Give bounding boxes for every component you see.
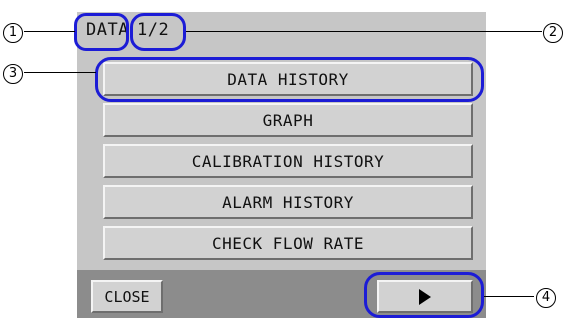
callout-outline-next <box>364 272 484 318</box>
callout-number-2: 2 <box>543 21 563 43</box>
graph-button[interactable]: GRAPH <box>103 103 473 137</box>
callout-outline-title <box>74 13 129 51</box>
callout-number-3: 3 <box>3 62 23 84</box>
close-button[interactable]: CLOSE <box>91 280 163 313</box>
callout-number-4: 4 <box>536 286 556 308</box>
leader-line-1 <box>24 31 75 32</box>
leader-line-2 <box>186 31 542 32</box>
alarm-history-button[interactable]: ALARM HISTORY <box>103 185 473 219</box>
callout-outline-page-indicator <box>130 13 186 51</box>
check-flow-rate-button[interactable]: CHECK FLOW RATE <box>103 226 473 260</box>
callout-number-1: 1 <box>3 21 23 43</box>
leader-line-3 <box>24 72 96 73</box>
calibration-history-button[interactable]: CALIBRATION HISTORY <box>103 144 473 178</box>
leader-line-4 <box>484 296 534 297</box>
callout-outline-data-history <box>95 57 484 102</box>
